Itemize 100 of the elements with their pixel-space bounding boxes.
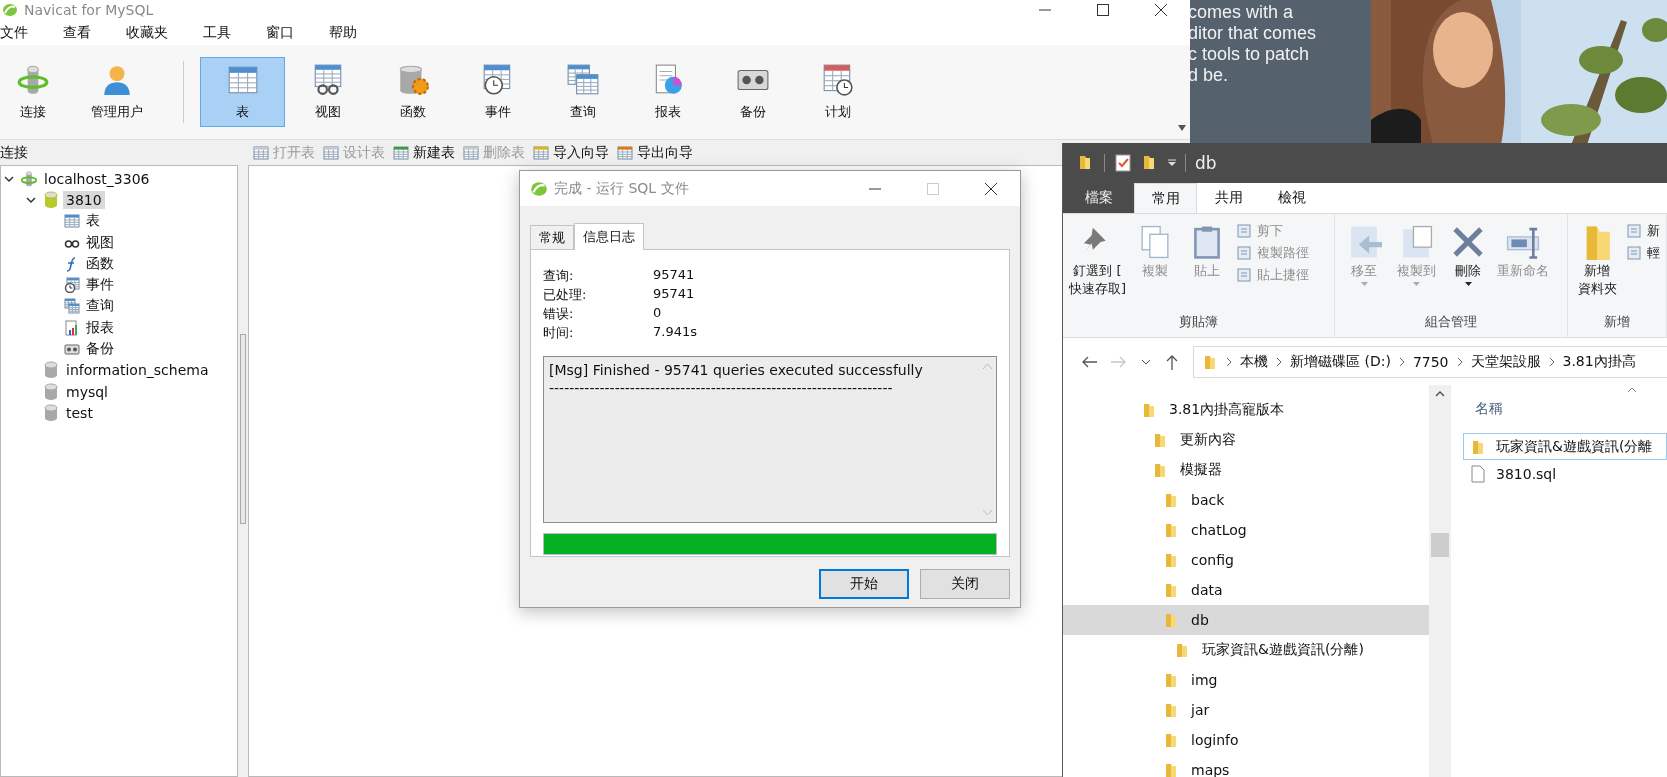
ribbon-button[interactable]: 輕 (1626, 244, 1660, 262)
clock-window-icon (64, 277, 80, 294)
file-item[interactable]: 玩家資訊&遊戲資訊(分離 (1463, 433, 1667, 460)
folder-icon (1470, 438, 1486, 455)
log-line: -------------------------------------------------------------------- (549, 379, 894, 397)
dialog-button[interactable]: 关闭 (920, 569, 1010, 599)
folder-tree-item[interactable]: 3.81內掛高寵版本 (1063, 395, 1429, 425)
back-arrow-icon[interactable] (1081, 354, 1097, 369)
breadcrumb[interactable]: 新增磁碟區 (D:) (1290, 352, 1391, 371)
breadcrumb[interactable]: 本機 (1240, 352, 1268, 371)
ribbon-tab[interactable]: 檔案 (1063, 183, 1134, 213)
address-bar[interactable]: 本機 新增磁碟區 (D:) 7750 天堂架設服 3.81內掛高 (1193, 345, 1667, 378)
checklist-icon[interactable] (1114, 154, 1132, 172)
breadcrumb[interactable]: 3.81內掛高 (1562, 352, 1636, 371)
toolbar-button[interactable]: 备份 (710, 57, 795, 127)
table-icon (463, 144, 479, 161)
tree-item[interactable]: information_schema (63, 361, 212, 380)
folder-icon (1152, 432, 1168, 448)
chevron-icon[interactable] (26, 194, 36, 205)
up-arrow-icon[interactable] (1165, 353, 1179, 370)
dialog-button[interactable]: 开始 (819, 569, 909, 599)
folder-tree-item[interactable]: db (1063, 605, 1429, 635)
close-icon[interactable] (1155, 4, 1167, 16)
scroll-up-icon[interactable] (1435, 391, 1445, 397)
stat-label: 查询: (543, 267, 575, 285)
stat-label: 错误: (543, 305, 575, 323)
scrollbar[interactable] (1429, 385, 1451, 777)
folder-tree-item[interactable]: chatLog (1063, 515, 1429, 545)
folder-icon (1152, 462, 1168, 478)
toolbar-button[interactable]: 报表 (625, 57, 710, 127)
folder-icon (1141, 402, 1157, 418)
toolbar-button[interactable]: 管理用户 (66, 57, 168, 127)
toolbar-button[interactable]: 连接 (0, 57, 66, 127)
folder-tree-item[interactable]: loginfo (1063, 725, 1429, 755)
folder-tree-item[interactable]: 模擬器 (1063, 455, 1429, 485)
connection-icon (16, 63, 50, 97)
ribbon-button[interactable]: 新增 資料夾 (1574, 218, 1620, 313)
chevron-down-icon[interactable] (1141, 358, 1151, 365)
folder-tree-item[interactable]: 更新內容 (1063, 425, 1429, 455)
menu-item[interactable]: 帮助 (329, 23, 357, 42)
tree-item[interactable]: 函数 (83, 253, 117, 274)
dropdown-icon[interactable] (1168, 159, 1176, 167)
tree-item[interactable]: localhost_3306 (41, 169, 153, 188)
object-toolbar-button[interactable]: 导入向导 (533, 143, 609, 162)
stat-value: 95741 (653, 267, 696, 284)
scroll-thumb[interactable] (1431, 533, 1449, 557)
maximize-icon[interactable] (1097, 4, 1109, 16)
menu-item[interactable]: 工具 (203, 23, 231, 42)
ribbon-button[interactable]: 釘選到 [ 快速存取] (1069, 218, 1127, 313)
menu-item[interactable]: 文件 (0, 23, 28, 42)
tree-item[interactable]: 事件 (83, 275, 117, 296)
toolbar-button[interactable]: 事件 (455, 57, 540, 127)
tree-item[interactable]: test (63, 403, 96, 422)
folder-tree-item[interactable]: img (1063, 665, 1429, 695)
tree-item[interactable]: 查询 (83, 296, 117, 317)
ribbon-button[interactable]: 新 (1626, 222, 1660, 240)
toolbar-button[interactable]: 查询 (540, 57, 625, 127)
toolbar-button[interactable]: 函数 (370, 57, 455, 127)
breadcrumb[interactable]: 天堂架設服 (1470, 352, 1541, 371)
tree-item[interactable]: 表 (83, 211, 103, 232)
folder-tree-item[interactable]: 玩家資訊&遊戲資訊(分離) (1063, 635, 1429, 665)
menu-item[interactable]: 收藏夹 (126, 23, 168, 42)
caret-icon (1464, 282, 1472, 286)
table-icon (533, 144, 549, 161)
tree-item[interactable]: 3810 (63, 190, 105, 209)
tree-item[interactable]: 报表 (83, 317, 117, 338)
sort-up-icon[interactable] (1627, 387, 1637, 393)
ribbon-button[interactable]: 刪除 (1445, 218, 1492, 313)
dialog-title: 完成 - 运行 SQL 文件 (554, 179, 689, 198)
scroll-down-icon[interactable] (1178, 125, 1186, 131)
toolbar-button[interactable]: 表 (200, 57, 285, 127)
column-header[interactable]: 名稱 (1475, 400, 1503, 418)
folder-tree-item[interactable]: jar (1063, 695, 1429, 725)
breadcrumb[interactable]: 7750 (1412, 353, 1449, 370)
window-title: Navicat for MySQL (24, 2, 154, 18)
file-item[interactable]: 3810.sql (1463, 460, 1667, 487)
ribbon-tab[interactable]: 常用 (1134, 183, 1197, 213)
window-title: db (1195, 153, 1217, 173)
tree-item[interactable]: mysql (63, 382, 111, 401)
splitter-handle[interactable] (240, 333, 246, 524)
caret-icon (1360, 282, 1368, 286)
folder-icon (1174, 642, 1190, 658)
close-icon[interactable] (985, 182, 997, 195)
chevron-icon[interactable] (4, 173, 14, 184)
object-toolbar-button[interactable]: 新建表 (393, 143, 455, 162)
toolbar-button[interactable]: 计划 (795, 57, 880, 127)
menu-item[interactable]: 窗口 (266, 23, 294, 42)
folder-tree-item[interactable]: back (1063, 485, 1429, 515)
object-toolbar-button[interactable]: 导出向导 (617, 143, 693, 162)
toolbar-button[interactable]: 视图 (285, 57, 370, 127)
ribbon-group-label: 組合管理 (1424, 313, 1479, 331)
ribbon-group-label: 剪貼簿 (1178, 313, 1220, 331)
folder-tree-item[interactable]: data (1063, 575, 1429, 605)
folder-tree-item[interactable]: maps (1063, 755, 1429, 777)
tree-item[interactable]: 备份 (83, 339, 117, 359)
folder-tree-item[interactable]: config (1063, 545, 1429, 575)
tab[interactable]: 信息日志 (574, 223, 644, 250)
menu-item[interactable]: 查看 (63, 23, 91, 42)
tab[interactable]: 常规 (530, 225, 574, 249)
tree-item[interactable]: 视图 (83, 232, 117, 253)
